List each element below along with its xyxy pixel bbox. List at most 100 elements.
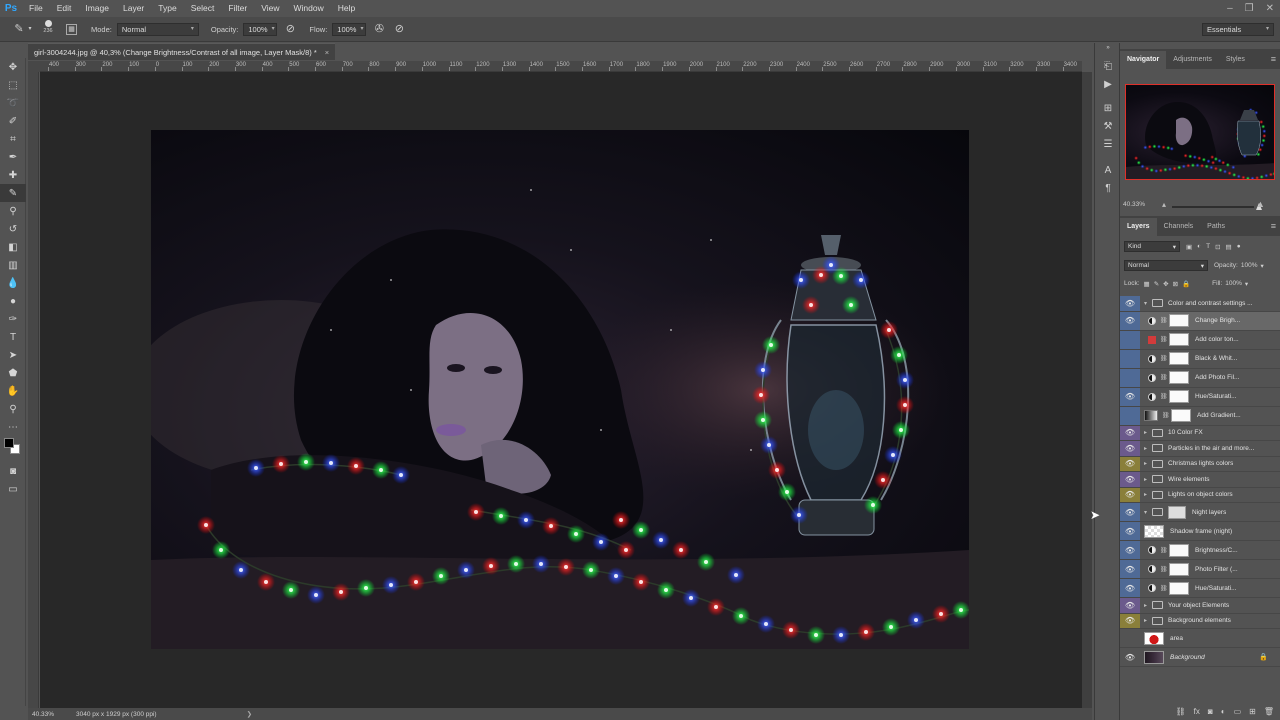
visibility-eye-icon[interactable]: 👁 (1120, 425, 1140, 440)
visibility-eye-icon[interactable]: 👁 (1120, 472, 1140, 487)
move-tool-icon[interactable]: ✥ (0, 58, 26, 76)
chevron-right-icon[interactable]: ▸ (1144, 429, 1152, 436)
chevron-right-icon[interactable]: ▸ (1144, 445, 1152, 452)
properties-panel-icon[interactable]: ⊞ (1095, 99, 1121, 117)
visibility-eye-icon[interactable]: 👁 (1120, 503, 1140, 521)
brush-preset-picker[interactable]: 236 (40, 20, 56, 38)
navigator-thumbnail[interactable] (1125, 84, 1275, 180)
layer-row[interactable]: 👁 ⛓ Brightness/C... (1120, 541, 1280, 560)
layer-group-row[interactable]: 👁 ▾ Color and contrast settings ... (1120, 296, 1280, 312)
tool-preset-caret-icon[interactable]: ▾ (26, 22, 34, 36)
mask-link-icon[interactable]: ⛓ (1160, 374, 1168, 381)
zoom-out-icon[interactable]: ▴ (1162, 200, 1166, 209)
document-tab[interactable]: girl-3004244.jpg @ 40,3% (Change Brightn… (28, 43, 336, 60)
visibility-eye-icon[interactable]: 👁 (1120, 296, 1140, 311)
panel-menu-icon[interactable]: ≡ (1271, 54, 1276, 64)
layer-mask-thumbnail[interactable] (1169, 390, 1189, 403)
menu-select[interactable]: Select (184, 0, 222, 17)
visibility-eye-icon[interactable]: 👁 (1120, 349, 1140, 368)
layer-mask-thumbnail[interactable] (1169, 352, 1189, 365)
pressure-opacity-icon[interactable]: ⊘ (283, 22, 297, 36)
more-tools-icon[interactable]: ⋯ (0, 418, 26, 436)
new-adjustment-icon[interactable]: ◐ (1221, 707, 1226, 716)
layer-row[interactable]: 👁 ⛓ Change Brigh... (1120, 311, 1280, 331)
layer-row[interactable]: 👁 area (1120, 629, 1280, 648)
vertical-scrollbar[interactable] (1082, 72, 1092, 708)
layer-row[interactable]: 👁 ⛓ Black & Whit... (1120, 349, 1280, 369)
menu-help[interactable]: Help (331, 0, 362, 17)
brush-tool-icon[interactable]: ✎ (0, 184, 26, 202)
chevron-down-icon[interactable]: ▾ (1144, 509, 1152, 516)
layer-filter-kind-select[interactable]: Kind ▾ (1124, 241, 1180, 252)
layer-mask-thumbnail[interactable] (1171, 409, 1191, 422)
visibility-eye-icon[interactable]: 👁 (1120, 456, 1140, 471)
tab-adjustments[interactable]: Adjustments (1166, 51, 1219, 69)
filter-smart-object-icon[interactable]: ▤ (1226, 243, 1232, 251)
chevron-right-icon[interactable]: ▸ (1144, 460, 1152, 467)
brush-tool-icon[interactable]: ✎ (12, 22, 26, 36)
document-image[interactable] (151, 130, 969, 649)
status-menu-arrow-icon[interactable]: ❯ (247, 710, 252, 718)
layer-group-row[interactable]: 👁 ▸ Your object Elements (1120, 598, 1280, 614)
filter-pixel-icon[interactable]: ▣ (1186, 243, 1192, 251)
delete-layer-icon[interactable]: 🗑 (1264, 707, 1274, 716)
layer-group-row[interactable]: 👁 ▸ Particles in the air and more... (1120, 441, 1280, 457)
chevron-down-icon[interactable]: ▾ (1260, 262, 1263, 270)
brush-panel-toggle-icon[interactable]: ▦ (66, 23, 77, 35)
minimize-icon[interactable]: – (1227, 3, 1233, 14)
clone-stamp-tool-icon[interactable]: ⚲ (0, 202, 26, 220)
layer-opacity-value[interactable]: 100% (1241, 262, 1258, 269)
menu-type[interactable]: Type (151, 0, 183, 17)
lock-pixels-icon[interactable]: ✎ (1154, 280, 1159, 288)
layer-row[interactable]: 👁 ⛓ Add Photo Fil... (1120, 368, 1280, 388)
lasso-tool-icon[interactable]: ➰ (0, 94, 26, 112)
layer-group-row[interactable]: 👁 ▸ Background elements (1120, 613, 1280, 629)
chevron-down-icon[interactable]: ▾ (1245, 280, 1248, 288)
layer-row[interactable]: 👁 ⛓ Photo Filter (... (1120, 560, 1280, 579)
menu-filter[interactable]: Filter (221, 0, 254, 17)
flow-input[interactable]: 100% ▾ (332, 22, 367, 36)
type-tool-icon[interactable]: T (0, 328, 26, 346)
menu-view[interactable]: View (254, 0, 286, 17)
visibility-eye-icon[interactable]: 👁 (1120, 629, 1140, 647)
pressure-size-icon[interactable]: ⊘ (392, 22, 406, 36)
healing-brush-tool-icon[interactable]: ✚ (0, 166, 26, 184)
airbrush-icon[interactable]: ✇ (372, 22, 386, 36)
add-mask-icon[interactable]: ◙ (1208, 707, 1213, 716)
layer-mask-thumbnail[interactable] (1169, 333, 1189, 346)
chevron-right-icon[interactable]: ▸ (1144, 491, 1152, 498)
crop-tool-icon[interactable]: ⌗ (0, 130, 26, 148)
visibility-eye-icon[interactable]: 👁 (1120, 487, 1140, 502)
actions-panel-icon[interactable]: ▶ (1095, 75, 1121, 93)
navigator-zoom-value[interactable]: 40.33% (1123, 201, 1145, 208)
panel-collapse-icon[interactable]: » (1095, 43, 1121, 53)
layer-mask-thumbnail[interactable] (1169, 371, 1189, 384)
character-panel-icon[interactable]: A (1095, 161, 1121, 179)
shape-tool-icon[interactable]: ⬟ (0, 364, 26, 382)
lock-transparent-icon[interactable]: ▦ (1144, 280, 1150, 288)
dodge-tool-icon[interactable]: ● (0, 292, 26, 310)
visibility-eye-icon[interactable]: 👁 (1120, 368, 1140, 387)
chevron-right-icon[interactable]: ▸ (1144, 602, 1152, 609)
visibility-eye-icon[interactable]: 👁 (1120, 613, 1140, 628)
eraser-tool-icon[interactable]: ◧ (0, 238, 26, 256)
blend-mode-select[interactable]: Normal ▾ (1124, 260, 1208, 271)
filter-adjustment-icon[interactable]: ◐ (1197, 243, 1201, 250)
visibility-eye-icon[interactable]: 👁 (1120, 522, 1140, 540)
visibility-eye-icon[interactable]: 👁 (1120, 598, 1140, 613)
tab-paths[interactable]: Paths (1200, 218, 1232, 236)
menu-window[interactable]: Window (286, 0, 330, 17)
zoom-tool-icon[interactable]: ⚲ (0, 400, 26, 418)
chevron-right-icon[interactable]: ▸ (1144, 476, 1152, 483)
quick-select-tool-icon[interactable]: ✐ (0, 112, 26, 130)
close-window-icon[interactable]: ✕ (1266, 3, 1274, 14)
layer-group-row[interactable]: 👁 ▸ Lights on object colors (1120, 487, 1280, 503)
visibility-eye-icon[interactable]: 👁 (1120, 311, 1140, 330)
canvas-area[interactable] (40, 72, 1082, 708)
layer-mask-thumbnail[interactable] (1169, 314, 1189, 327)
lock-position-icon[interactable]: ✥ (1163, 280, 1168, 288)
menu-file[interactable]: File (22, 0, 50, 17)
visibility-eye-icon[interactable]: 👁 (1120, 541, 1140, 559)
panel-menu-icon[interactable]: ≡ (1271, 221, 1276, 231)
layer-group-row[interactable]: 👁 ▸ Wire elements (1120, 472, 1280, 488)
